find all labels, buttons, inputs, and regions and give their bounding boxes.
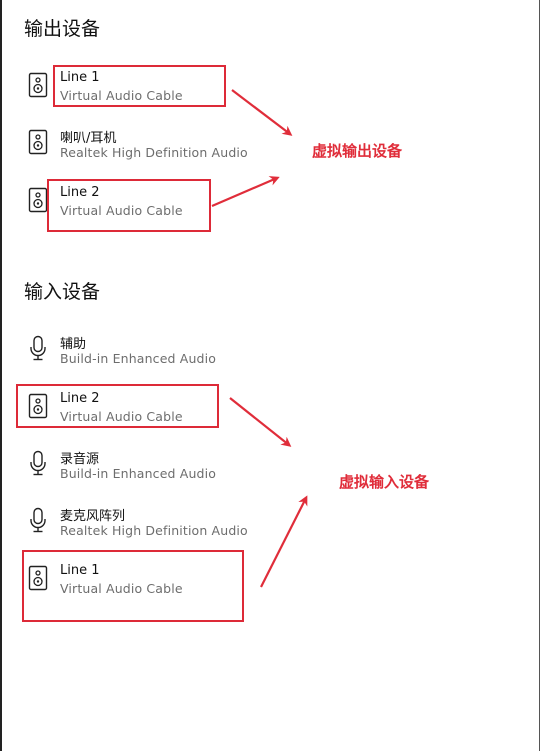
arrow-2 [211,176,280,208]
arrow-3 [229,397,292,447]
sound-settings-page: 输出设备 Line 1 Virtual Audio Cable 喇叭/耳机 Re… [0,0,540,751]
annotation-arrows [211,89,308,588]
arrow-1 [231,89,293,136]
virtual-input-label: 虚拟输入设备 [339,473,430,491]
virtual-output-label: 虚拟输出设备 [312,142,403,160]
arrow-4 [260,495,308,588]
